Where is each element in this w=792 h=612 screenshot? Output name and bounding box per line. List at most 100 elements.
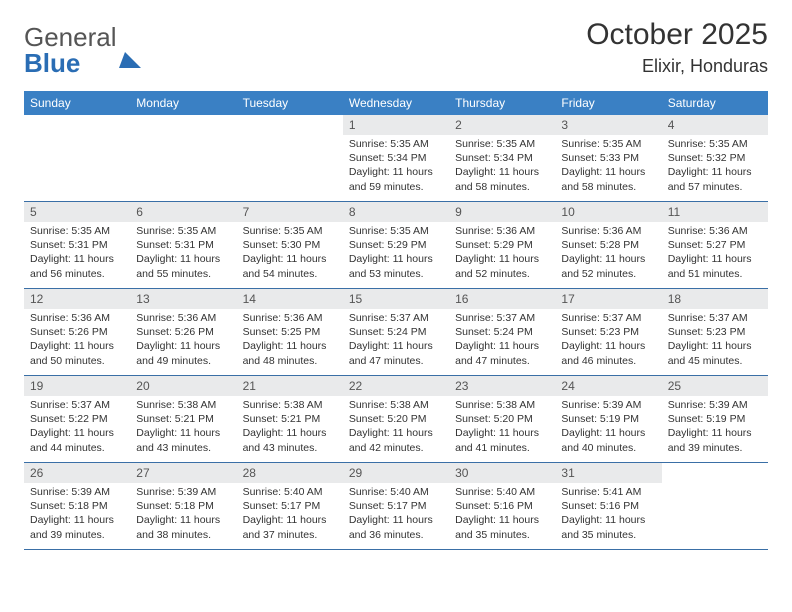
day-number: 2 [449, 115, 555, 135]
weekday-header: Monday [130, 91, 236, 115]
calendar-grid: SundayMondayTuesdayWednesdayThursdayFrid… [24, 91, 768, 550]
calendar-cell-empty: .. [24, 115, 130, 202]
calendar-cell: 12Sunrise: 5:36 AMSunset: 5:26 PMDayligh… [24, 289, 130, 376]
calendar-cell: 23Sunrise: 5:38 AMSunset: 5:20 PMDayligh… [449, 376, 555, 463]
day-details: Sunrise: 5:36 AMSunset: 5:27 PMDaylight:… [662, 222, 768, 283]
day-number: 31 [555, 463, 661, 483]
calendar-cell: 14Sunrise: 5:36 AMSunset: 5:25 PMDayligh… [237, 289, 343, 376]
calendar-cell: 25Sunrise: 5:39 AMSunset: 5:19 PMDayligh… [662, 376, 768, 463]
day-number: 24 [555, 376, 661, 396]
day-details: Sunrise: 5:38 AMSunset: 5:21 PMDaylight:… [237, 396, 343, 457]
day-number: 10 [555, 202, 661, 222]
calendar-cell: 16Sunrise: 5:37 AMSunset: 5:24 PMDayligh… [449, 289, 555, 376]
calendar-cell: 15Sunrise: 5:37 AMSunset: 5:24 PMDayligh… [343, 289, 449, 376]
calendar-cell: 6Sunrise: 5:35 AMSunset: 5:31 PMDaylight… [130, 202, 236, 289]
weekday-header: Tuesday [237, 91, 343, 115]
day-details: Sunrise: 5:35 AMSunset: 5:34 PMDaylight:… [449, 135, 555, 196]
calendar-cell: 17Sunrise: 5:37 AMSunset: 5:23 PMDayligh… [555, 289, 661, 376]
day-details: Sunrise: 5:35 AMSunset: 5:34 PMDaylight:… [343, 135, 449, 196]
brand-part2: Blue [24, 48, 80, 78]
day-details: Sunrise: 5:38 AMSunset: 5:21 PMDaylight:… [130, 396, 236, 457]
calendar-cell: 9Sunrise: 5:36 AMSunset: 5:29 PMDaylight… [449, 202, 555, 289]
day-details: Sunrise: 5:36 AMSunset: 5:25 PMDaylight:… [237, 309, 343, 370]
day-number: 21 [237, 376, 343, 396]
calendar-cell: 1Sunrise: 5:35 AMSunset: 5:34 PMDaylight… [343, 115, 449, 202]
day-details: Sunrise: 5:37 AMSunset: 5:22 PMDaylight:… [24, 396, 130, 457]
day-number: 8 [343, 202, 449, 222]
day-details: Sunrise: 5:36 AMSunset: 5:29 PMDaylight:… [449, 222, 555, 283]
day-details: Sunrise: 5:35 AMSunset: 5:31 PMDaylight:… [24, 222, 130, 283]
day-number: 14 [237, 289, 343, 309]
calendar-cell: 27Sunrise: 5:39 AMSunset: 5:18 PMDayligh… [130, 463, 236, 550]
day-details: Sunrise: 5:39 AMSunset: 5:19 PMDaylight:… [662, 396, 768, 457]
calendar-cell-empty: .. [662, 463, 768, 550]
calendar-cell: 19Sunrise: 5:37 AMSunset: 5:22 PMDayligh… [24, 376, 130, 463]
calendar-cell: 13Sunrise: 5:36 AMSunset: 5:26 PMDayligh… [130, 289, 236, 376]
day-details: Sunrise: 5:39 AMSunset: 5:18 PMDaylight:… [130, 483, 236, 544]
day-number: 9 [449, 202, 555, 222]
day-number: 23 [449, 376, 555, 396]
triangle-icon [119, 22, 141, 68]
day-number: 12 [24, 289, 130, 309]
day-number: 25 [662, 376, 768, 396]
day-number: 7 [237, 202, 343, 222]
calendar-cell: 4Sunrise: 5:35 AMSunset: 5:32 PMDaylight… [662, 115, 768, 202]
day-number: 26 [24, 463, 130, 483]
day-number: 5 [24, 202, 130, 222]
calendar-cell: 18Sunrise: 5:37 AMSunset: 5:23 PMDayligh… [662, 289, 768, 376]
day-number: 4 [662, 115, 768, 135]
calendar-cell: 20Sunrise: 5:38 AMSunset: 5:21 PMDayligh… [130, 376, 236, 463]
calendar-cell: 2Sunrise: 5:35 AMSunset: 5:34 PMDaylight… [449, 115, 555, 202]
day-number: 29 [343, 463, 449, 483]
day-details: Sunrise: 5:40 AMSunset: 5:16 PMDaylight:… [449, 483, 555, 544]
day-number: 27 [130, 463, 236, 483]
day-details: Sunrise: 5:38 AMSunset: 5:20 PMDaylight:… [449, 396, 555, 457]
calendar-cell-empty: .. [237, 115, 343, 202]
day-details: Sunrise: 5:37 AMSunset: 5:24 PMDaylight:… [449, 309, 555, 370]
calendar-cell: 29Sunrise: 5:40 AMSunset: 5:17 PMDayligh… [343, 463, 449, 550]
day-details: Sunrise: 5:35 AMSunset: 5:33 PMDaylight:… [555, 135, 661, 196]
day-number: 28 [237, 463, 343, 483]
day-number: 6 [130, 202, 236, 222]
day-details: Sunrise: 5:35 AMSunset: 5:30 PMDaylight:… [237, 222, 343, 283]
day-number: 20 [130, 376, 236, 396]
day-details: Sunrise: 5:37 AMSunset: 5:24 PMDaylight:… [343, 309, 449, 370]
day-details: Sunrise: 5:36 AMSunset: 5:26 PMDaylight:… [130, 309, 236, 370]
weekday-header: Sunday [24, 91, 130, 115]
day-number: 16 [449, 289, 555, 309]
brand-logo: GeneralBlue [24, 24, 141, 76]
calendar-cell: 21Sunrise: 5:38 AMSunset: 5:21 PMDayligh… [237, 376, 343, 463]
day-number: 13 [130, 289, 236, 309]
day-details: Sunrise: 5:40 AMSunset: 5:17 PMDaylight:… [343, 483, 449, 544]
calendar-cell: 8Sunrise: 5:35 AMSunset: 5:29 PMDaylight… [343, 202, 449, 289]
calendar-cell: 10Sunrise: 5:36 AMSunset: 5:28 PMDayligh… [555, 202, 661, 289]
day-number: 3 [555, 115, 661, 135]
day-details: Sunrise: 5:35 AMSunset: 5:32 PMDaylight:… [662, 135, 768, 196]
weekday-header: Thursday [449, 91, 555, 115]
day-number: 19 [24, 376, 130, 396]
weekday-header: Saturday [662, 91, 768, 115]
day-number: 11 [662, 202, 768, 222]
day-number: 18 [662, 289, 768, 309]
location-subtitle: Elixir, Honduras [586, 56, 768, 77]
calendar-cell: 5Sunrise: 5:35 AMSunset: 5:31 PMDaylight… [24, 202, 130, 289]
calendar-cell: 31Sunrise: 5:41 AMSunset: 5:16 PMDayligh… [555, 463, 661, 550]
day-number: 15 [343, 289, 449, 309]
day-details: Sunrise: 5:35 AMSunset: 5:29 PMDaylight:… [343, 222, 449, 283]
weekday-header: Wednesday [343, 91, 449, 115]
day-details: Sunrise: 5:40 AMSunset: 5:17 PMDaylight:… [237, 483, 343, 544]
day-number: 22 [343, 376, 449, 396]
day-details: Sunrise: 5:35 AMSunset: 5:31 PMDaylight:… [130, 222, 236, 283]
day-number: 30 [449, 463, 555, 483]
day-details: Sunrise: 5:37 AMSunset: 5:23 PMDaylight:… [662, 309, 768, 370]
calendar-cell: 7Sunrise: 5:35 AMSunset: 5:30 PMDaylight… [237, 202, 343, 289]
day-details: Sunrise: 5:36 AMSunset: 5:26 PMDaylight:… [24, 309, 130, 370]
calendar-cell: 22Sunrise: 5:38 AMSunset: 5:20 PMDayligh… [343, 376, 449, 463]
day-details: Sunrise: 5:38 AMSunset: 5:20 PMDaylight:… [343, 396, 449, 457]
calendar-cell: 11Sunrise: 5:36 AMSunset: 5:27 PMDayligh… [662, 202, 768, 289]
page-title: October 2025 [586, 18, 768, 52]
day-number: 1 [343, 115, 449, 135]
calendar-cell: 28Sunrise: 5:40 AMSunset: 5:17 PMDayligh… [237, 463, 343, 550]
calendar-cell: 3Sunrise: 5:35 AMSunset: 5:33 PMDaylight… [555, 115, 661, 202]
calendar-cell-empty: .. [130, 115, 236, 202]
